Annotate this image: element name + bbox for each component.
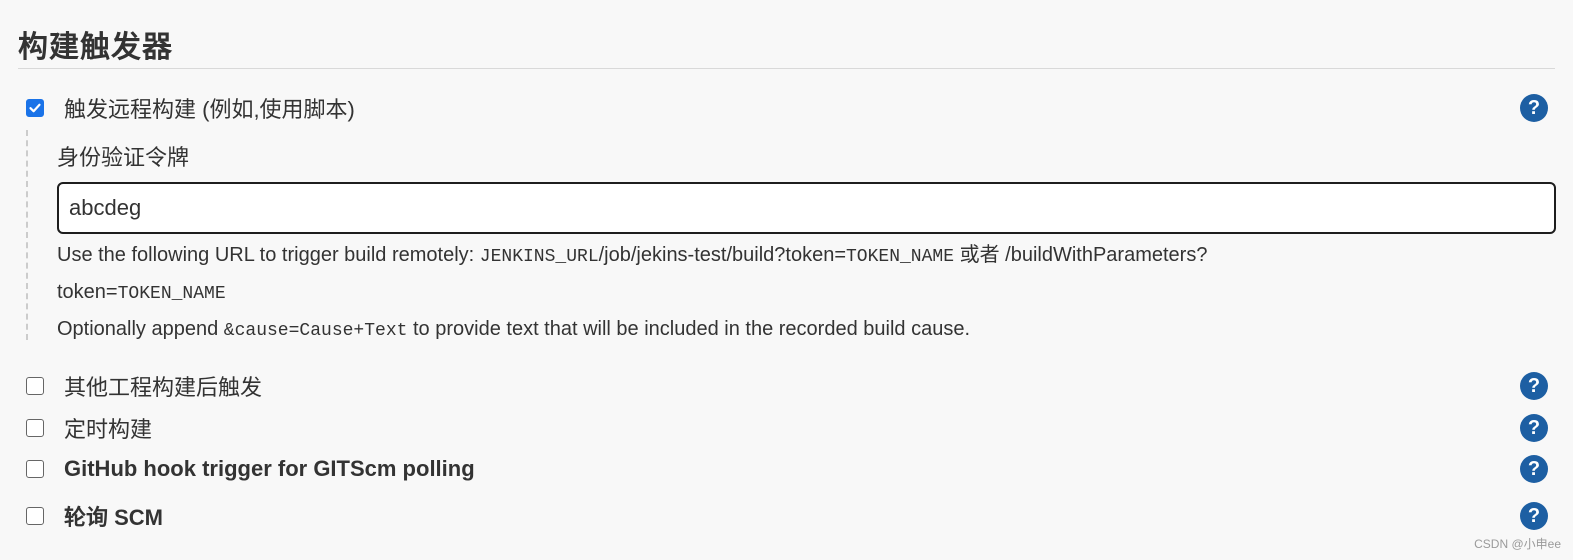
trigger-upstream-label: 其他工程构建后触发 (64, 375, 263, 400)
section-divider (18, 68, 1555, 69)
trigger-github-hook-checkbox[interactable] (26, 460, 44, 478)
trigger-upstream-row: 其他工程构建后触发 ? (26, 370, 1548, 402)
trigger-scheduled-row: 定时构建 ? (26, 412, 1548, 444)
help-icon[interactable]: ? (1520, 414, 1548, 442)
build-triggers-page: 构建触发器 触发远程构建 (例如,使用脚本) ? 身份验证令牌 Use the … (0, 0, 1573, 560)
help-icon[interactable]: ? (1520, 455, 1548, 483)
section-title: 构建触发器 (18, 31, 173, 64)
help-line-1: Use the following URL to trigger build r… (57, 244, 1208, 267)
watermark: CSDN @小申ee (1474, 537, 1561, 551)
trigger-poll-scm-label: 轮询 SCM (64, 505, 164, 530)
help-icon[interactable]: ? (1520, 94, 1548, 122)
trigger-scheduled-label: 定时构建 (64, 417, 153, 442)
trigger-github-hook-row: GitHub hook trigger for GITScm polling ? (26, 455, 1548, 483)
help-line-3: Optionally append &cause=Cause+Text to p… (57, 318, 970, 341)
help-icon[interactable]: ? (1520, 502, 1548, 530)
trigger-upstream-checkbox[interactable] (26, 377, 44, 395)
trigger-github-hook-label: GitHub hook trigger for GITScm polling (64, 456, 475, 481)
trigger-remote-build-checkbox[interactable] (26, 99, 44, 117)
auth-token-input[interactable] (57, 182, 1556, 234)
trigger-scheduled-checkbox[interactable] (26, 419, 44, 437)
trigger-remote-build-row: 触发远程构建 (例如,使用脚本) ? (26, 92, 1548, 124)
trigger-poll-scm-row: 轮询 SCM ? (26, 500, 1548, 532)
help-line-2: token=TOKEN_NAME (57, 281, 226, 304)
help-icon[interactable]: ? (1520, 372, 1548, 400)
trigger-remote-build-label: 触发远程构建 (例如,使用脚本) (64, 97, 355, 122)
remote-trigger-help-text: Use the following URL to trigger build r… (57, 238, 1552, 349)
trigger-poll-scm-checkbox[interactable] (26, 507, 44, 525)
checkmark-icon (29, 103, 41, 113)
auth-token-label: 身份验证令牌 (57, 145, 190, 170)
remote-build-config: 身份验证令牌 Use the following URL to trigger … (26, 130, 1556, 341)
